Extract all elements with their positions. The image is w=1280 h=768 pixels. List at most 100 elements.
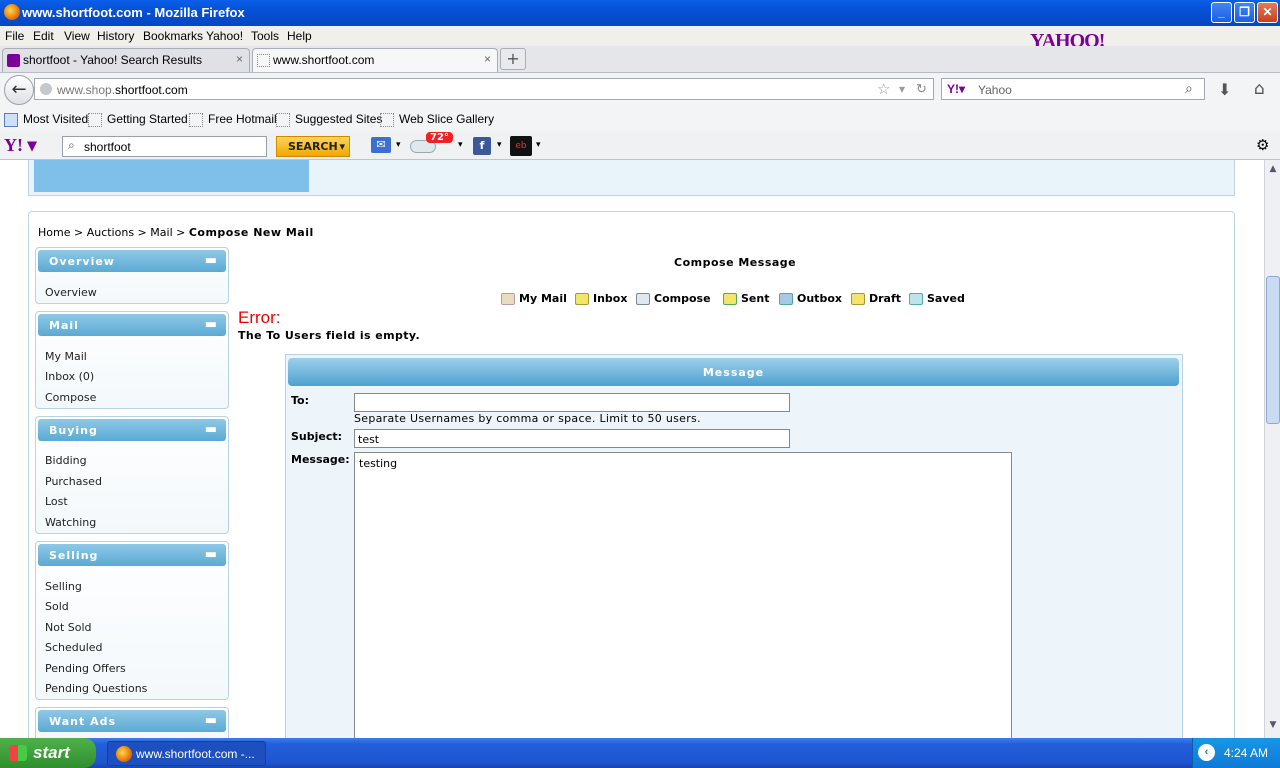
breadcrumb-current: Compose New Mail [188,226,314,239]
sidebar-heading[interactable]: Want Ads ▬ [38,710,226,732]
breadcrumb: Home > Auctions > Mail > Compose New Mai… [38,226,314,239]
collapse-icon[interactable]: ▬ [205,713,218,728]
taskbar-item-firefox[interactable]: www.shortfoot.com -... [107,741,266,766]
subject-field[interactable]: test [354,429,790,448]
sidebar-item-my-mail[interactable]: My Mail [45,350,87,363]
yahoo-search-input[interactable]: ⌕ shortfoot [62,136,267,157]
menu-bookmarks[interactable]: Bookmarks [143,29,203,43]
sidebar-buying: Buying ▬ Bidding Purchased Lost Watching [35,416,229,534]
bookmark-getting-started[interactable]: Getting Started [88,112,188,127]
sidebar-item-selling[interactable]: Selling [45,580,82,593]
sidebar-item-watching[interactable]: Watching [45,516,96,529]
yahoo-toolbar-logo[interactable]: Y! ▾ [4,135,37,156]
to-field-hint: Separate Usernames by comma or space. Li… [354,412,701,425]
close-tab-icon[interactable]: × [236,52,243,66]
collapse-icon[interactable]: ▬ [205,422,218,437]
chevron-down-icon[interactable]: ▾ [339,137,345,156]
tab-yahoo-search[interactable]: shortfoot - Yahoo! Search Results × [2,48,250,72]
nav-my-mail[interactable]: My Mail [501,292,567,305]
window-title: www.shortfoot.com - Mozilla Firefox [22,5,245,20]
scrollbar-thumb[interactable] [1266,276,1280,424]
search-icon: ⌕ [68,138,75,152]
mail-icon[interactable]: ✉ [371,137,391,153]
chevron-down-icon[interactable]: ▾ [396,140,401,150]
nav-draft[interactable]: Draft [851,292,901,305]
new-tab-button[interactable]: + [500,48,526,70]
chevron-down-icon[interactable]: ▾ [536,140,541,150]
chevron-down-icon[interactable]: ▾ [458,140,463,150]
minimize-button[interactable]: _ [1211,2,1232,23]
message-panel-header: Message [288,358,1179,386]
menu-file[interactable]: File [5,29,24,43]
search-icon[interactable]: ⌕ [1185,80,1193,97]
home-icon[interactable]: ⌂ [1254,79,1265,99]
sidebar-item-sold[interactable]: Sold [45,600,69,613]
menu-history[interactable]: History [97,29,134,43]
sidebar-want-ads: Want Ads ▬ [35,707,229,738]
chevron-down-icon[interactable]: ▾ [497,140,502,150]
close-button[interactable]: ✕ [1257,2,1278,23]
to-field[interactable] [354,393,790,412]
bookmark-web-slice-gallery[interactable]: Web Slice Gallery [380,112,494,127]
sidebar-heading[interactable]: Selling ▬ [38,544,226,566]
start-button[interactable]: start [0,738,96,768]
url-bar[interactable]: www.shop.shortfoot.com ☆ ▾ ↻ [34,78,934,100]
facebook-icon[interactable]: f [473,137,491,155]
reload-icon[interactable]: ↻ [916,81,927,97]
collapse-icon[interactable]: ▬ [205,547,218,562]
sidebar-item-inbox[interactable]: Inbox (0) [45,370,94,383]
tray-expand-icon[interactable]: ‹ [1198,744,1215,761]
inbox-icon [575,293,589,305]
ebay-icon[interactable]: eb [510,136,532,156]
dropdown-arrow-icon[interactable]: ▾ [899,82,905,96]
nav-compose[interactable]: Compose [636,292,711,305]
nav-inbox[interactable]: Inbox [575,292,627,305]
message-textarea[interactable]: testing [354,452,1012,752]
collapse-icon[interactable]: ▬ [205,317,218,332]
nav-sent[interactable]: Sent [723,292,769,305]
download-icon[interactable]: ⬇ [1218,80,1231,99]
scroll-down-icon[interactable]: ▼ [1266,720,1280,734]
browser-search-box[interactable]: Y!▾ Yahoo ⌕ [941,78,1205,100]
yahoo-search-button[interactable]: SEARCH ▾ [276,136,350,157]
sidebar-heading[interactable]: Overview ▬ [38,250,226,272]
error-title: Error: [238,308,281,327]
menu-yahoo[interactable]: Yahoo! [206,29,243,43]
restore-button[interactable]: ❐ [1234,2,1255,23]
sidebar-item-purchased[interactable]: Purchased [45,475,102,488]
menu-help[interactable]: Help [287,29,312,43]
sidebar-heading[interactable]: Buying ▬ [38,419,226,441]
menu-view[interactable]: View [64,29,90,43]
vertical-scrollbar[interactable]: ▲ ▼ [1264,160,1280,738]
bookmark-suggested-sites[interactable]: Suggested Sites [276,112,382,127]
breadcrumb-auctions[interactable]: Auctions [87,226,134,239]
bookmarks-bar: Most Visited Getting Started Free Hotmai… [0,108,1280,132]
scroll-up-icon[interactable]: ▲ [1266,164,1280,178]
sidebar-item-lost[interactable]: Lost [45,495,68,508]
sidebar-item-scheduled[interactable]: Scheduled [45,641,103,654]
bookmark-star-icon[interactable]: ☆ [877,80,890,98]
window-title-bar: www.shortfoot.com - Mozilla Firefox _ ❐ … [0,0,1280,26]
breadcrumb-mail[interactable]: Mail [150,226,172,239]
sidebar-heading[interactable]: Mail ▬ [38,314,226,336]
menu-tools[interactable]: Tools [251,29,279,43]
sidebar-item-pending-offers[interactable]: Pending Offers [45,662,126,675]
tab-shortfoot[interactable]: www.shortfoot.com × [252,48,498,72]
nav-saved[interactable]: Saved [909,292,965,305]
sidebar-item-compose[interactable]: Compose [45,391,96,404]
breadcrumb-home[interactable]: Home [38,226,70,239]
sidebar-item-pending-questions[interactable]: Pending Questions [45,682,147,695]
yahoo-engine-icon[interactable]: Y!▾ [947,82,965,96]
sidebar-item-bidding[interactable]: Bidding [45,454,87,467]
draft-icon [851,293,865,305]
bookmark-most-visited[interactable]: Most Visited [4,112,88,127]
close-tab-icon[interactable]: × [484,52,491,66]
sidebar-item-not-sold[interactable]: Not Sold [45,621,92,634]
nav-outbox[interactable]: Outbox [779,292,842,305]
sidebar-item-overview[interactable]: Overview [45,286,97,299]
bookmark-free-hotmail[interactable]: Free Hotmail [189,112,277,127]
back-button[interactable]: ← [4,75,34,105]
gear-icon[interactable]: ⚙ [1256,136,1269,154]
menu-edit[interactable]: Edit [33,29,54,43]
collapse-icon[interactable]: ▬ [205,253,218,268]
